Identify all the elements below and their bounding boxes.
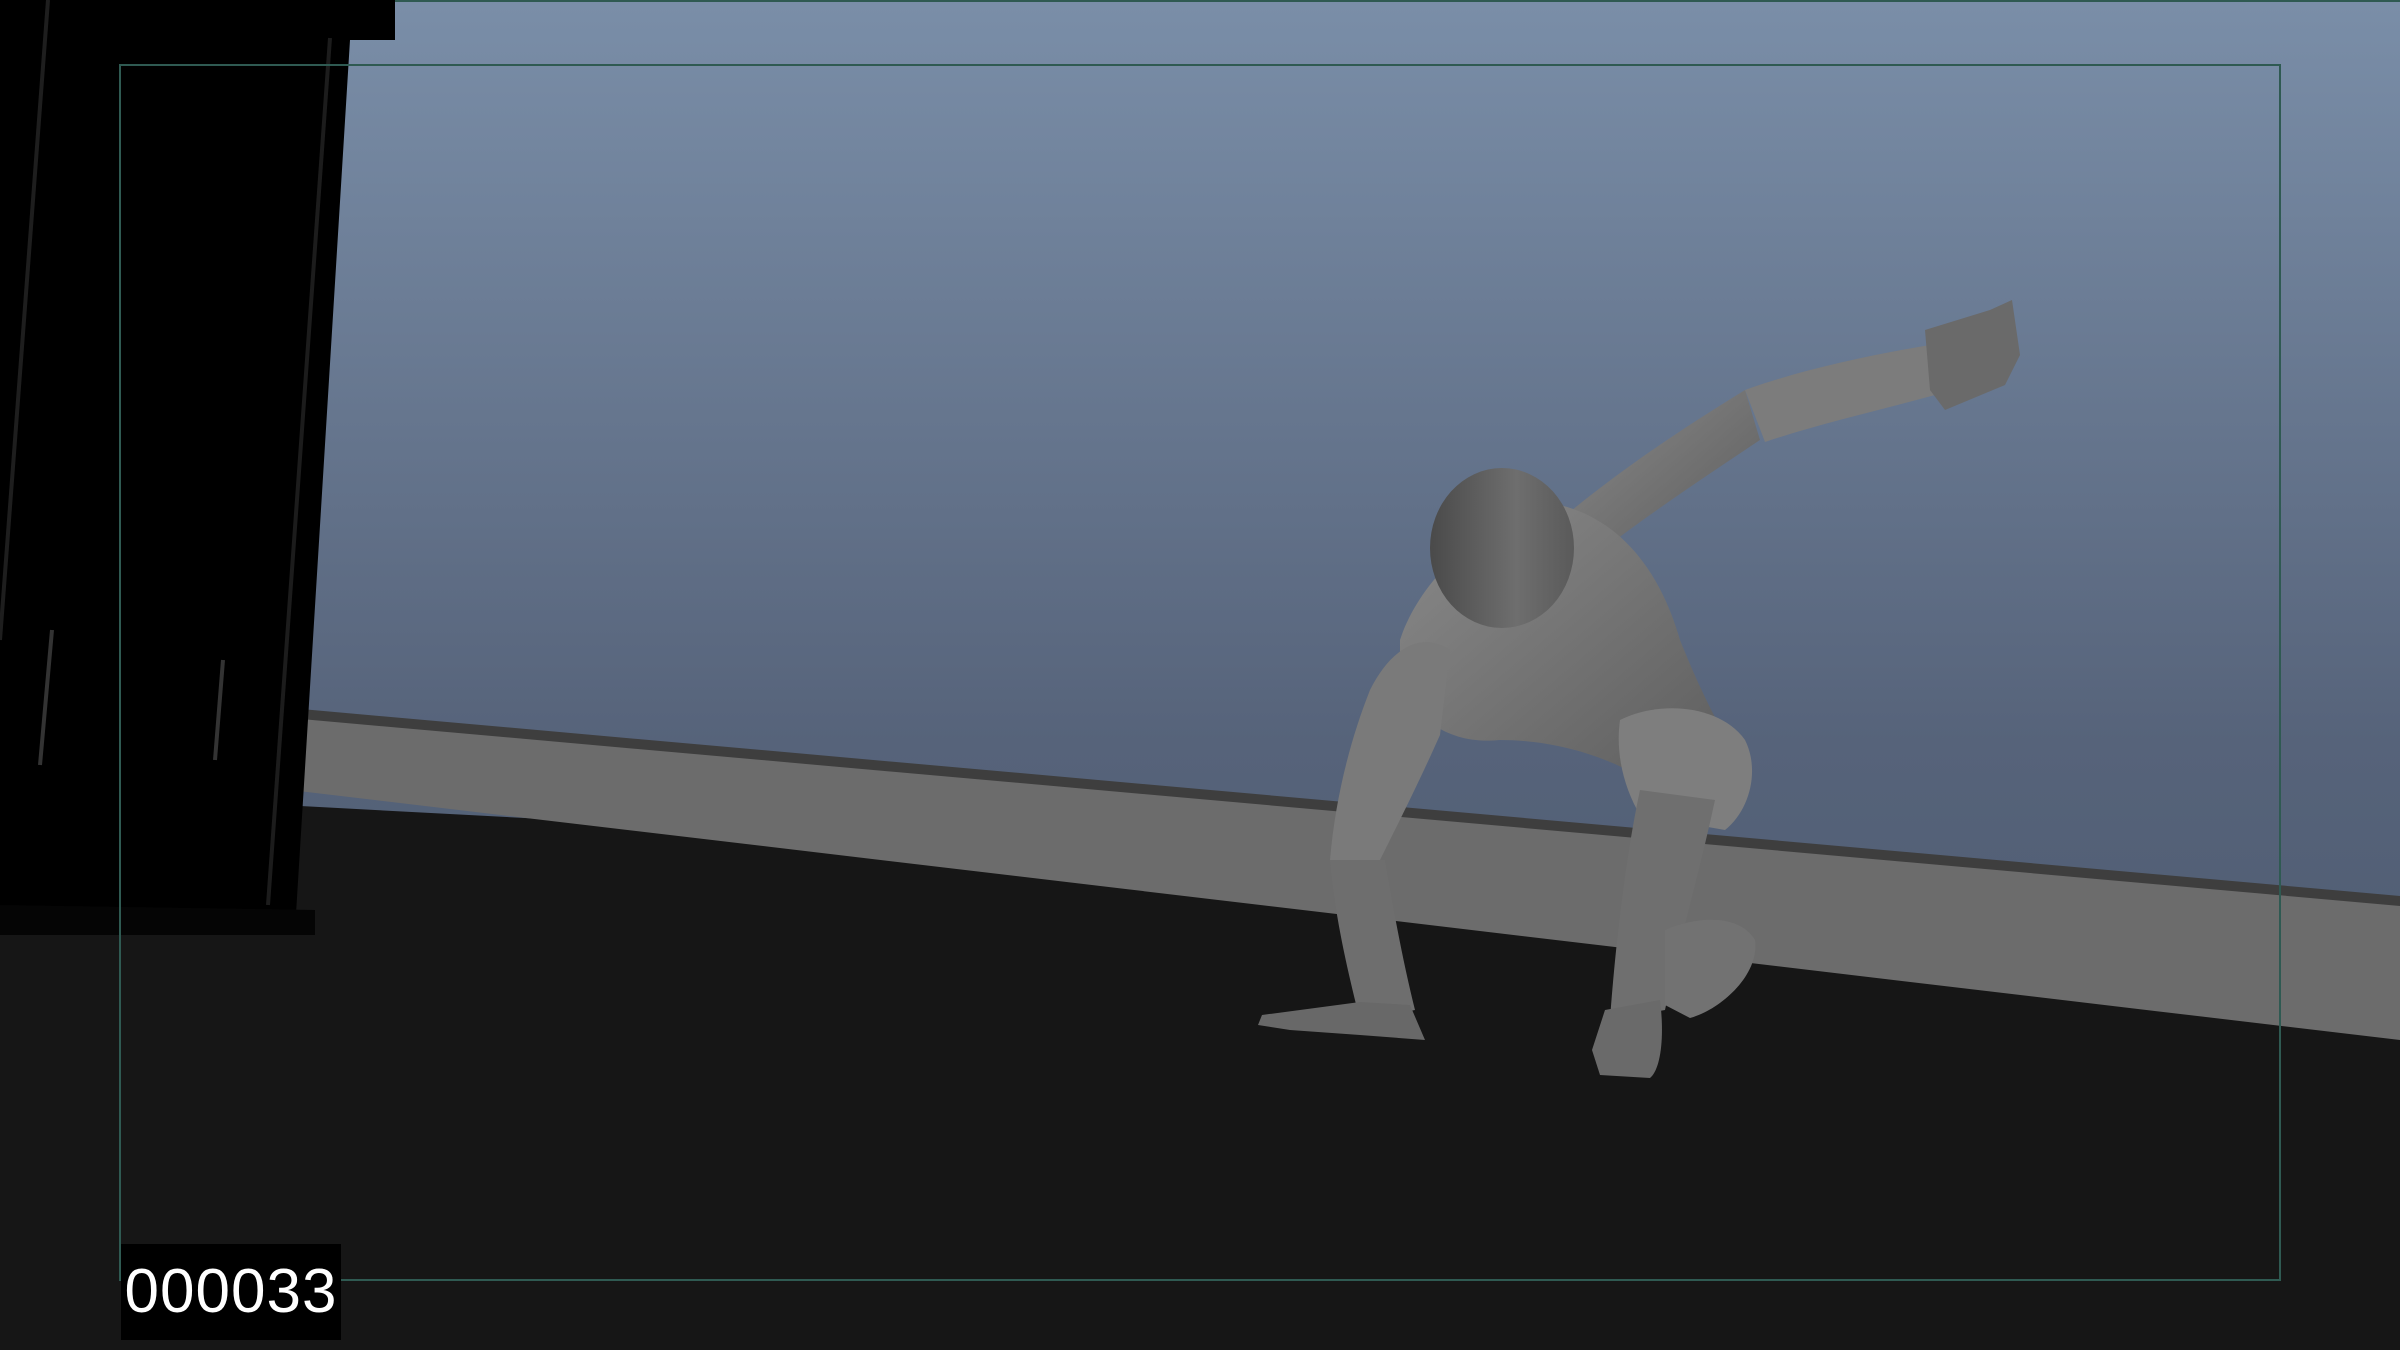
- maya-viewport[interactable]: 000033: [0, 0, 2400, 1350]
- door-base: [0, 905, 315, 935]
- frame-counter: 000033: [121, 1244, 341, 1340]
- head: [1430, 468, 1574, 628]
- viewport-scene: [0, 0, 2400, 1350]
